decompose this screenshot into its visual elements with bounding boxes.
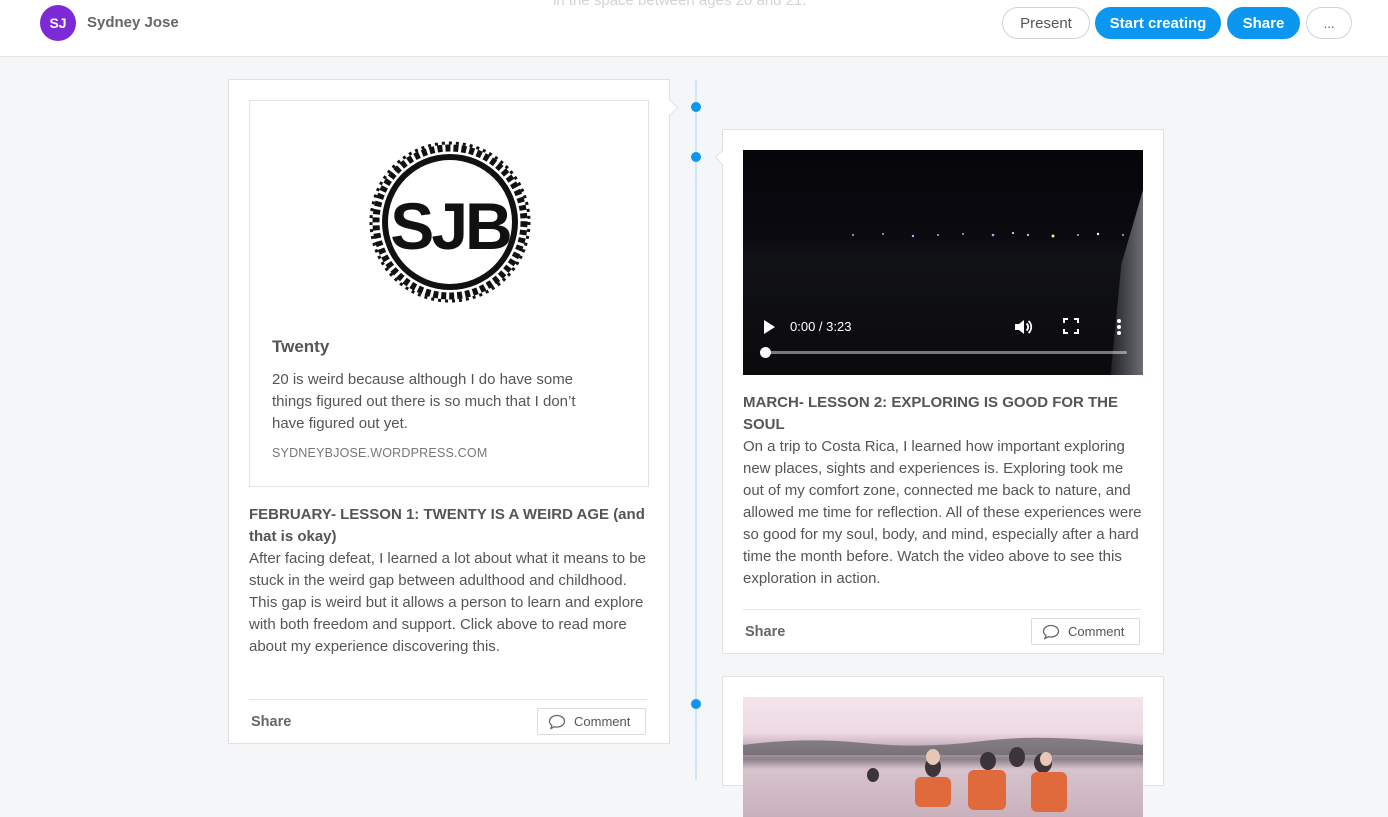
link-preview[interactable]: SJB Twenty 20 is weird because although … (249, 100, 649, 487)
post-card-march: 0:00 / 3:23 MARCH- LESSON 2: EXPLORING I… (722, 129, 1164, 654)
comment-label: Comment (1068, 624, 1125, 639)
video-shoreline-lights (843, 228, 1143, 240)
svg-text:SJB: SJB (390, 189, 510, 263)
more-options-button[interactable]: ... (1306, 7, 1352, 39)
post-body: On a trip to Costa Rica, I learned how i… (743, 438, 1142, 587)
comment-button[interactable]: Comment (537, 708, 646, 735)
link-title: Twenty (272, 337, 330, 356)
timeline-line (695, 80, 697, 780)
fullscreen-icon[interactable] (1063, 318, 1079, 339)
more-vert-icon[interactable] (1116, 318, 1122, 341)
start-creating-button[interactable]: Start creating (1095, 7, 1221, 39)
post-card-february: SJB Twenty 20 is weird because although … (228, 79, 670, 744)
timeline-dot (691, 152, 701, 162)
avatar[interactable]: SJ (40, 5, 76, 41)
divider (249, 699, 647, 700)
timeline-dot (691, 699, 701, 709)
page-subtitle: in the space between ages 20 and 21. (553, 0, 807, 9)
post-title: MARCH- LESSON 2: EXPLORING IS GOOD FOR T… (743, 394, 1119, 433)
post-share-link[interactable]: Share (745, 624, 785, 640)
comment-button[interactable]: Comment (1031, 618, 1140, 645)
present-button[interactable]: Present (1002, 7, 1090, 39)
volume-icon[interactable] (1013, 317, 1033, 342)
sjb-monogram-logo: SJB (369, 141, 531, 303)
divider (743, 609, 1141, 610)
timeline-dot (691, 102, 701, 112)
user-name[interactable]: Sydney Jose (87, 14, 179, 31)
video-progress-bar[interactable] (766, 351, 1127, 354)
top-bar: in the space between ages 20 and 21. SJ … (0, 0, 1388, 57)
video-boat-edge (1110, 190, 1143, 375)
comment-label: Comment (574, 714, 631, 729)
share-button[interactable]: Share (1227, 7, 1300, 39)
post-title: FEBRUARY- LESSON 1: TWENTY IS A WEIRD AG… (249, 506, 645, 545)
comment-icon (548, 714, 566, 730)
video-time: 0:00 / 3:23 (790, 319, 852, 334)
group-photo-on-lake[interactable] (743, 697, 1143, 817)
video-progress-knob[interactable] (760, 347, 771, 358)
post-card-photo (722, 676, 1164, 817)
comment-icon (1042, 624, 1060, 640)
play-icon[interactable] (762, 319, 776, 340)
video-player[interactable]: 0:00 / 3:23 (743, 150, 1143, 375)
post-share-link[interactable]: Share (251, 714, 291, 730)
link-description: 20 is weird because although I do have s… (272, 371, 576, 432)
post-body: After facing defeat, I learned a lot abo… (249, 550, 646, 655)
link-domain: SYDNEYBJOSE.WORDPRESS.COM (272, 446, 488, 460)
